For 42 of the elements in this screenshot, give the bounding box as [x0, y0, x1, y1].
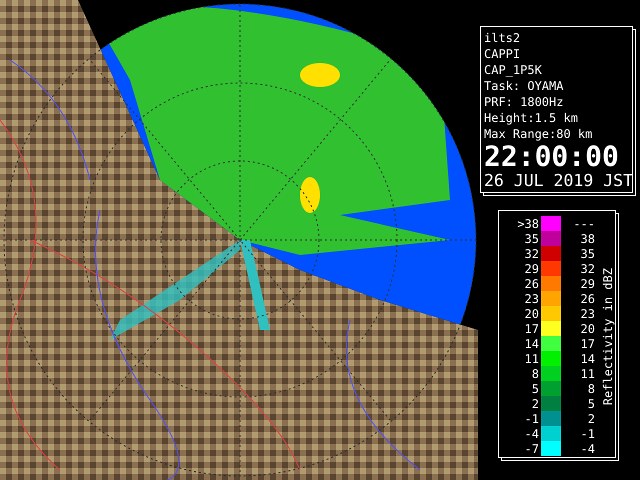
date-text: 26 JUL 2019 JST: [484, 172, 630, 190]
info-line: Task: OYAMA: [484, 78, 564, 94]
legend-high-value: 29: [580, 276, 595, 290]
legend-high-value: 32: [580, 262, 595, 276]
legend-high-value: 35: [580, 246, 595, 260]
legend-high-value: 2: [586, 412, 595, 426]
legend-high-value: -1: [580, 426, 595, 440]
legend-high-value: 20: [580, 322, 595, 336]
legend-high-value: 26: [580, 292, 595, 306]
legend-low-value: 20: [524, 306, 540, 320]
legend-low-value: >38: [516, 216, 540, 230]
info-line: Height:1.5 km: [484, 110, 579, 126]
legend-high-value: -4: [580, 442, 595, 456]
legend-low-value: -4: [524, 426, 540, 440]
legend-low-value: 32: [524, 246, 540, 260]
legend-low-value: 14: [524, 336, 540, 350]
legend-low-value: 29: [524, 262, 540, 276]
legend-low-value: -1: [524, 412, 540, 426]
legend-high-value: 11: [580, 366, 595, 380]
legend-low-value: 23: [524, 292, 540, 306]
legend-low-value: 35: [524, 232, 540, 246]
legend-high-value: ---: [572, 216, 595, 230]
legend-high-value: 17: [580, 336, 595, 350]
legend-low-value: -7: [524, 442, 540, 456]
legend-low-value: 8: [530, 366, 540, 380]
legend-high-value: 38: [580, 232, 595, 246]
info-line: CAP_1P5K: [484, 62, 543, 78]
legend-title: Reflectivity in dBZ: [601, 268, 615, 406]
legend-low-value: 5: [530, 382, 540, 396]
time-text: 22:00:00: [484, 142, 620, 172]
info-line: PRF: 1800Hz: [484, 94, 564, 110]
legend-high-value: 14: [580, 352, 595, 366]
legend-low-value: 11: [524, 352, 540, 366]
legend-low-value: 17: [524, 322, 540, 336]
info-line: CAPPI: [484, 46, 522, 62]
info-line: ilts2: [484, 30, 522, 46]
legend-low-value: 2: [530, 396, 540, 410]
legend-high-value: 8: [586, 382, 595, 396]
legend-high-value: 5: [586, 396, 595, 410]
legend-high-value: 23: [580, 306, 595, 320]
legend-low-value: 26: [524, 276, 540, 290]
info-line: Max Range:80 km: [484, 126, 594, 142]
